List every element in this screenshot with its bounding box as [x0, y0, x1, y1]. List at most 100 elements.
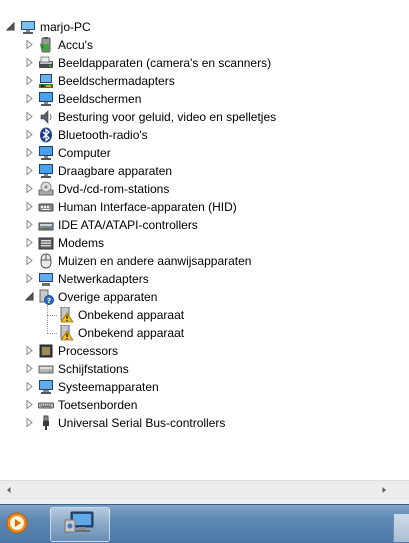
ide-controller-icon — [38, 217, 54, 233]
svg-text:?: ? — [47, 297, 51, 305]
tree-item-accus[interactable]: Accu's — [0, 36, 409, 54]
scroll-left-arrow-icon[interactable] — [0, 481, 17, 498]
tree-connector — [47, 333, 57, 334]
tree-item-toetsenborden[interactable]: Toetsenborden — [0, 396, 409, 414]
speaker-icon — [38, 109, 54, 125]
collapsed-arrow-icon[interactable] — [25, 58, 34, 67]
collapsed-arrow-icon[interactable] — [25, 148, 34, 157]
collapsed-arrow-icon[interactable] — [25, 274, 34, 283]
disk-drive-icon — [38, 361, 54, 377]
tree-item-label: Computer — [58, 146, 111, 160]
collapsed-arrow-icon[interactable] — [25, 238, 34, 247]
collapsed-arrow-icon[interactable] — [25, 364, 34, 373]
tree-item-label: Dvd-/cd-rom-stations — [58, 182, 170, 196]
tree-item-onbekend-2[interactable]: Onbekend apparaat — [0, 324, 409, 342]
tree-item-label: Processors — [58, 344, 119, 358]
tree-item-label: Beeldapparaten (camera's en scanners) — [58, 56, 272, 70]
tree-item-label: Netwerkadapters — [58, 272, 149, 286]
tree-item-computer[interactable]: Computer — [0, 144, 409, 162]
tree-item-modems[interactable]: Modems — [0, 234, 409, 252]
modem-icon — [38, 235, 54, 251]
tree-item-netwerkadapters[interactable]: Netwerkadapters — [0, 270, 409, 288]
taskbar — [0, 504, 409, 543]
tree-item-schijfstations[interactable]: Schijfstations — [0, 360, 409, 378]
device-manager-icon — [63, 510, 97, 539]
tree-connector — [47, 315, 57, 316]
display-adapter-icon — [38, 73, 54, 89]
collapsed-arrow-icon[interactable] — [25, 94, 34, 103]
expanded-arrow-icon[interactable] — [6, 22, 15, 31]
tree-item-label: Systeemapparaten — [58, 380, 159, 394]
unknown-device-icon: ? — [38, 289, 54, 305]
collapsed-arrow-icon[interactable] — [25, 112, 34, 121]
collapsed-arrow-icon[interactable] — [25, 400, 34, 409]
tree-item-label: Muizen en andere aanwijsapparaten — [58, 254, 252, 268]
tree-item-label: Draagbare apparaten — [58, 164, 173, 178]
taskbar-media-player-button[interactable] — [0, 506, 34, 542]
tree-item-muizen[interactable]: Muizen en andere aanwijsapparaten — [0, 252, 409, 270]
collapsed-arrow-icon[interactable] — [25, 76, 34, 85]
tree-item-systeemapparaten[interactable]: Systeemapparaten — [0, 378, 409, 396]
tree-item-dvd[interactable]: Dvd-/cd-rom-stations — [0, 180, 409, 198]
tree-item-processors[interactable]: Processors — [0, 342, 409, 360]
tree-item-label: Human Interface-apparaten (HID) — [58, 200, 237, 214]
tree-item-label: Beeldschermadapters — [58, 74, 175, 88]
tree-item-label: Onbekend apparaat — [78, 308, 185, 322]
usb-icon — [38, 415, 54, 431]
tree-item-bluetooth[interactable]: Bluetooth-radio's — [0, 126, 409, 144]
network-adapter-icon — [38, 271, 54, 287]
disc-drive-icon — [38, 181, 54, 197]
expanded-arrow-icon[interactable] — [25, 292, 34, 301]
tree-item-label: Schijfstations — [58, 362, 129, 376]
tree-item-usb[interactable]: Universal Serial Bus-controllers — [0, 414, 409, 432]
scanner-icon — [38, 55, 54, 71]
tree-item-beeldapparaten[interactable]: Beeldapparaten (camera's en scanners) — [0, 54, 409, 72]
tree-item-label: Onbekend apparaat — [78, 326, 185, 340]
keyboard-icon — [38, 397, 54, 413]
tree-item-ide[interactable]: IDE ATA/ATAPI-controllers — [0, 216, 409, 234]
tree-root-marjo-pc[interactable]: marjo-PC — [0, 18, 409, 36]
collapsed-arrow-icon[interactable] — [25, 130, 34, 139]
tree-item-label: Toetsenborden — [58, 398, 138, 412]
tree-item-onbekend-1[interactable]: Onbekend apparaat — [0, 306, 409, 324]
tree-item-label: Universal Serial Bus-controllers — [58, 416, 226, 430]
tree-item-overige[interactable]: ? Overige apparaten — [0, 288, 409, 306]
collapsed-arrow-icon[interactable] — [25, 40, 34, 49]
tree-item-hid[interactable]: Human Interface-apparaten (HID) — [0, 198, 409, 216]
warning-device-icon — [58, 325, 74, 341]
tree-item-draagbare[interactable]: Draagbare apparaten — [0, 162, 409, 180]
collapsed-arrow-icon[interactable] — [25, 166, 34, 175]
tree-item-label: marjo-PC — [40, 20, 91, 34]
device-tree: marjo-PC Accu's Beeldapparaten (camera's e… — [0, 0, 409, 480]
mouse-icon — [38, 253, 54, 269]
tree-item-beeldschermen[interactable]: Beeldschermen — [0, 90, 409, 108]
collapsed-arrow-icon[interactable] — [25, 346, 34, 355]
battery-icon — [38, 37, 54, 53]
horizontal-scrollbar[interactable] — [0, 480, 409, 498]
tree-item-label: Bluetooth-radio's — [58, 128, 148, 142]
monitor-icon — [38, 91, 54, 107]
collapsed-arrow-icon[interactable] — [25, 184, 34, 193]
collapsed-arrow-icon[interactable] — [25, 256, 34, 265]
hid-icon — [38, 199, 54, 215]
collapsed-arrow-icon[interactable] — [25, 382, 34, 391]
processor-icon — [38, 343, 54, 359]
collapsed-arrow-icon[interactable] — [25, 220, 34, 229]
scroll-right-arrow-icon[interactable] — [375, 481, 392, 498]
tree-item-label: Overige apparaten — [58, 290, 158, 304]
tree-item-besturing[interactable]: Besturing voor geluid, video en spelletj… — [0, 108, 409, 126]
show-desktop-button[interactable] — [393, 514, 409, 542]
tree-item-beeldschermadapters[interactable]: Beeldschermadapters — [0, 72, 409, 90]
tree-item-label: IDE ATA/ATAPI-controllers — [58, 218, 198, 232]
tree-item-label: Besturing voor geluid, video en spelletj… — [58, 110, 277, 124]
monitor-icon — [38, 145, 54, 161]
media-player-icon — [5, 511, 29, 538]
tree-item-label: Accu's — [58, 38, 93, 52]
taskbar-device-manager-button[interactable] — [50, 507, 110, 542]
warning-device-icon — [58, 307, 74, 323]
collapsed-arrow-icon[interactable] — [25, 202, 34, 211]
bluetooth-icon — [38, 127, 54, 143]
collapsed-arrow-icon[interactable] — [25, 418, 34, 427]
tree-connector — [47, 305, 48, 333]
tree-item-label: Modems — [58, 236, 105, 250]
